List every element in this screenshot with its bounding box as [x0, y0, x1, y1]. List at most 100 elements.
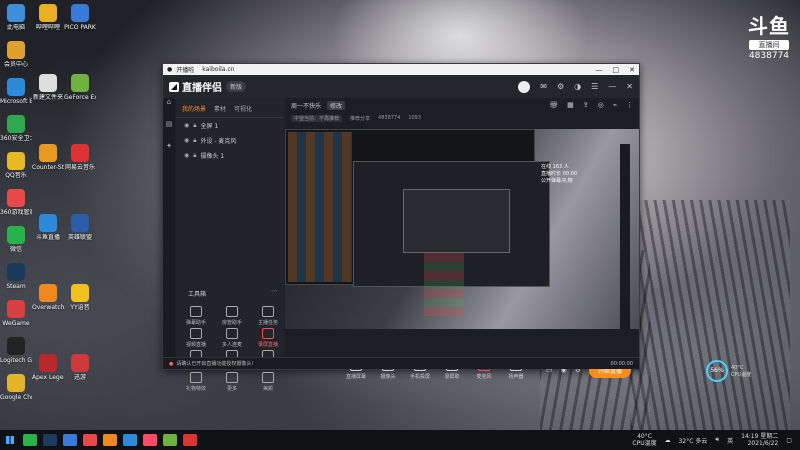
desktop-icon-label: WeGame — [2, 320, 30, 327]
start-button[interactable] — [0, 430, 20, 450]
maximize-button[interactable]: □ — [613, 66, 620, 74]
scene-item[interactable]: ◉ 🔒︎ 摄像头 1 — [176, 148, 284, 163]
desktop-icon[interactable]: 会员中心 — [0, 41, 32, 68]
toolbox-item[interactable]: 录屏直播 — [250, 328, 286, 348]
minimize-button[interactable]: — — [596, 66, 603, 74]
close-button[interactable]: ✕ — [629, 66, 635, 74]
desktop-icon-label: Microsoft Edge — [0, 98, 32, 105]
app-close-icon[interactable]: ✕ — [626, 82, 633, 91]
stream-preview[interactable]: 在线 163 人 直播时长 00:00 公开弹幕/礼物 — [285, 129, 639, 329]
desktop-icon[interactable]: Overwatch — [32, 284, 64, 311]
input-language[interactable]: 英 — [727, 436, 733, 445]
desktop-icon[interactable]: YY语音 — [64, 284, 96, 311]
volume-icon[interactable]: 🔊︎ — [715, 436, 719, 444]
desktop-icon[interactable]: 网易云音乐 — [64, 144, 96, 171]
desktop-icon[interactable]: Logitech G HUB — [0, 337, 32, 364]
toolbox-item[interactable]: 多人连麦 — [214, 328, 250, 348]
status-warning[interactable]: 请确认已开启直播功能授权摄像头! — [176, 360, 253, 367]
link-icon[interactable]: ⌁ — [613, 101, 617, 109]
app-icon — [39, 74, 57, 92]
lock-icon[interactable]: 🔒︎ — [193, 122, 196, 130]
desktop-icon[interactable]: 斗鱼直播 — [32, 214, 64, 241]
room-title[interactable]: 周一不快乐 — [291, 101, 321, 110]
desktop-icon[interactable]: Counter-Strike — [32, 144, 64, 171]
watermark-badge: 直播间 — [749, 40, 789, 50]
desktop-icon[interactable]: 此电脑 — [0, 4, 32, 31]
steam-taskbar-icon[interactable] — [43, 434, 57, 446]
app-icon — [39, 284, 57, 302]
tab-my-scene[interactable]: 我的场景 — [182, 104, 206, 113]
nvidia-taskbar-icon[interactable] — [163, 434, 177, 446]
toolbox-item[interactable]: 房管助手 — [214, 306, 250, 326]
desktop-icon[interactable]: Apex Legends — [32, 354, 64, 381]
game-taskbar-icon[interactable] — [143, 434, 157, 446]
share-icon[interactable]: ⇪ — [583, 101, 589, 109]
rail-scene-icon[interactable]: ▤ — [163, 120, 175, 142]
desktop-icon[interactable]: QQ音乐 — [0, 152, 32, 179]
tab-material[interactable]: 素材 — [214, 104, 226, 113]
desktop-icon[interactable]: 360安全卫士 — [0, 115, 32, 142]
app-icon — [7, 263, 25, 281]
douyu-taskbar-icon[interactable] — [103, 434, 117, 446]
desktop-icon[interactable]: WeGame — [0, 300, 32, 327]
record-icon[interactable]: ◎ — [598, 101, 604, 109]
edit-title-button[interactable]: 修改 — [327, 100, 346, 110]
lock-icon[interactable]: 🔒︎ — [193, 152, 196, 160]
scene-item[interactable]: ◉ 🔒︎ 全屏 1 — [176, 118, 284, 133]
lock-icon[interactable]: 🔒︎ — [193, 137, 196, 145]
gift-icon[interactable]: 🎁︎ — [549, 101, 558, 109]
desktop-icon[interactable]: 英雄联盟 — [64, 214, 96, 241]
toolbox-item[interactable]: 弹幕助手 — [178, 306, 214, 326]
skin-icon[interactable]: ◑ — [574, 82, 581, 91]
eye-icon[interactable]: ◉ — [184, 122, 189, 129]
version-badge[interactable]: 新版 — [226, 81, 247, 92]
eye-icon[interactable]: ◉ — [184, 152, 189, 159]
user-avatar[interactable] — [518, 80, 531, 93]
settings-icon[interactable]: ⚙ — [557, 82, 564, 91]
desktop-icon[interactable]: Microsoft Edge — [0, 78, 32, 105]
weather-icon[interactable]: ☁ — [665, 437, 671, 444]
rail-gift-icon[interactable]: ✦ — [163, 142, 175, 164]
menu-icon[interactable]: ☰ — [591, 82, 598, 91]
desktop-icon[interactable]: Google Chrome — [0, 374, 32, 401]
toolbox-item[interactable]: 礼物特效 — [178, 372, 214, 392]
desktop-icon-label: Counter-Strike — [32, 164, 64, 171]
desktop-icon[interactable]: PICO PARK — [64, 4, 96, 31]
folder-taskbar-icon[interactable] — [63, 434, 77, 446]
desktop-icon[interactable]: 迅游 — [64, 354, 96, 381]
app-icon — [39, 354, 57, 372]
desktop-icon[interactable]: 360游戏管家 — [0, 189, 32, 216]
desktop-icon[interactable]: GeForce Experience — [64, 74, 96, 101]
app-minimize-icon[interactable]: — — [608, 82, 616, 91]
edge-taskbar-icon[interactable] — [123, 434, 137, 446]
desktop-icon[interactable]: 哔哩哔哩 — [32, 4, 64, 31]
toolbox-item[interactable]: 主播任务 — [250, 306, 286, 326]
toolbox-item[interactable]: 美颜 — [250, 372, 286, 392]
chart-icon[interactable]: ▦ — [567, 101, 574, 109]
rail-home-icon[interactable]: ⌂ — [163, 98, 175, 120]
notification-icon[interactable]: ▢ — [786, 437, 792, 444]
scene-tabs: 我的场景 素材 可视化 — [176, 98, 284, 118]
tab-visual[interactable]: 可视化 — [234, 104, 252, 113]
live-timer: 00:00:00 — [610, 360, 633, 367]
clock[interactable]: 14:19 星期二 2021/6/22 — [741, 433, 778, 447]
desktop-icon[interactable]: 新建文件夹 — [32, 74, 64, 101]
control-label: 录屏助 — [444, 373, 460, 380]
music-taskbar-icon[interactable] — [183, 434, 197, 446]
toolbox-item[interactable]: 更多 — [214, 372, 250, 392]
scene-item[interactable]: ◉ 🔒︎ 外设 - 麦克风 — [176, 133, 284, 148]
more-icon[interactable]: ⋮ — [626, 101, 633, 109]
app-taskbar-icon[interactable] — [83, 434, 97, 446]
category-chip[interactable]: 中望当前：不再推荐 — [291, 114, 343, 122]
toolbox-item[interactable]: 视频直播 — [178, 328, 214, 348]
desktop-icon[interactable]: Steam — [0, 263, 32, 290]
brand-logo-icon: ◢ — [169, 81, 179, 92]
message-icon[interactable]: ✉ — [540, 82, 547, 91]
control-label: 扬声器 — [508, 373, 524, 380]
desktop-icon[interactable]: 微信 — [0, 226, 32, 253]
weather-text[interactable]: 32°C 多云 — [679, 436, 708, 445]
wechat-taskbar-icon[interactable] — [23, 434, 37, 446]
tool-label: 视频直播 — [185, 342, 206, 348]
toolbox-more-icon[interactable]: ⋯ — [271, 287, 278, 295]
eye-icon[interactable]: ◉ — [184, 137, 189, 144]
